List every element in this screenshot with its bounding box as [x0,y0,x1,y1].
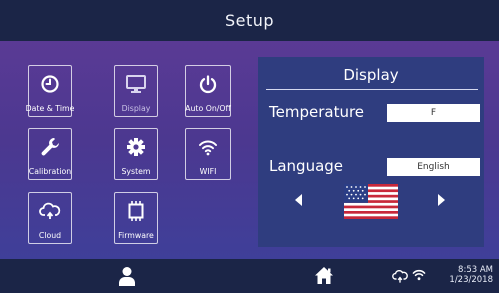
home-icon[interactable] [314,266,334,285]
main-area: Date & Time Display Auto On/Off Calibrat… [0,41,499,259]
tile-date-time[interactable]: Date & Time [25,65,75,117]
tile-wifi[interactable]: WIFI [185,128,231,180]
tile-label: Auto On/Off [185,104,231,113]
tile-label: Calibration [28,167,72,176]
tile-firmware[interactable]: Firmware [114,192,158,244]
wifi-icon [197,136,219,158]
next-language-arrow-icon[interactable] [438,194,445,206]
clock-readout: 8:53 AM 1/23/2018 [449,265,493,285]
tile-auto-on-off[interactable]: Auto On/Off [185,65,231,117]
cloud-sync-icon [39,200,61,222]
tile-label: Firmware [118,231,154,240]
monitor-icon [125,73,147,95]
cloud-sync-status-icon [392,270,408,283]
language-value-field[interactable]: English [387,158,480,176]
power-icon [197,73,219,95]
us-flag-icon[interactable] [344,184,398,219]
tile-system[interactable]: System [114,128,158,180]
tile-label: WIFI [199,167,217,176]
clock-date: 1/23/2018 [449,275,493,285]
clock-icon [39,73,61,95]
clock-time: 8:53 AM [458,265,493,275]
page-title: Setup [224,11,275,30]
previous-language-arrow-icon[interactable] [295,194,302,206]
user-icon[interactable] [118,266,136,286]
tile-label: Cloud [38,231,62,240]
temperature-value-field[interactable]: F [387,104,480,122]
title-bar: Setup [0,0,499,41]
tile-label: Display [121,104,151,113]
chip-icon [125,200,147,222]
tile-display[interactable]: Display [114,65,158,117]
panel-title: Display [343,66,399,84]
tile-cloud[interactable]: Cloud [28,192,72,244]
wrench-icon [39,136,61,158]
language-label: Language [269,157,344,175]
gear-icon [125,136,147,158]
wifi-status-icon [412,269,426,281]
temperature-label: Temperature [269,103,365,121]
tile-label: Date & Time [25,104,75,113]
panel-divider [266,89,478,90]
status-bar: 8:53 AM 1/23/2018 [0,259,499,293]
tile-calibration[interactable]: Calibration [28,128,72,180]
setup-screen: Setup Date & Time Display Auto On/Off Ca… [0,0,499,293]
tile-label: System [121,167,151,176]
display-settings-panel: Display Temperature F Language English [258,57,484,247]
